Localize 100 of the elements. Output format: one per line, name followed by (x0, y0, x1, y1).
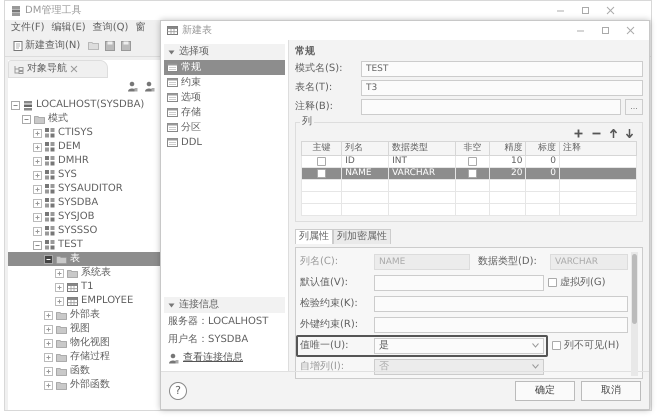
column-header[interactable]: 标度 (526, 142, 560, 156)
expand-icon[interactable] (55, 296, 64, 306)
close-icon[interactable] (626, 26, 635, 35)
expand-icon[interactable] (33, 170, 42, 180)
expand-icon[interactable] (44, 338, 53, 348)
connection-link[interactable]: 查看连接信息 (183, 352, 243, 364)
checkbox[interactable]: 列不可见(H) (552, 340, 620, 352)
close-icon[interactable] (606, 6, 615, 15)
column-header[interactable]: 列名 (342, 142, 389, 156)
expand-icon[interactable] (33, 142, 42, 152)
menu-item[interactable]: 窗 (135, 22, 146, 34)
tree-item[interactable]: DMHR (8, 154, 163, 168)
tab[interactable]: 列属性 (295, 229, 333, 244)
tree-item[interactable]: 物化视图 (8, 336, 163, 350)
up-arrow-icon[interactable] (610, 129, 617, 138)
maximize-icon[interactable] (581, 6, 590, 15)
scrollbar[interactable] (631, 252, 638, 376)
column-header[interactable]: 注释 (559, 142, 636, 156)
tree-item[interactable]: 外部函数 (8, 378, 163, 392)
tree-item[interactable]: 外部表 (8, 308, 163, 322)
tree-item[interactable]: 表 (8, 252, 163, 266)
close-icon[interactable] (70, 65, 78, 73)
option-item[interactable]: 存储 (164, 105, 285, 120)
option-item[interactable]: DDL (164, 135, 285, 150)
expand-icon[interactable] (44, 324, 53, 334)
expand-icon[interactable] (33, 128, 42, 138)
input-field[interactable] (374, 274, 544, 290)
tree-item[interactable]: 系统表 (8, 266, 163, 280)
tree-item[interactable]: SYSAUDITOR (8, 182, 163, 196)
tree-item[interactable]: 模式 (8, 112, 163, 126)
tree-item[interactable]: SYS (8, 168, 163, 182)
person-icon[interactable] (127, 81, 138, 92)
add-icon[interactable] (574, 129, 583, 138)
tree-item[interactable]: EMPLOYEE (8, 294, 163, 308)
expand-icon[interactable] (33, 198, 42, 208)
menu-item[interactable]: 文件(F) (11, 22, 45, 34)
input-field[interactable]: TEST (361, 61, 643, 77)
section-header[interactable]: 选择项 (164, 44, 285, 60)
tree-item[interactable]: 函数 (8, 364, 163, 378)
input-field[interactable] (361, 99, 621, 115)
help-button[interactable]: ? (169, 382, 187, 400)
expand-icon[interactable] (44, 310, 53, 320)
schema-icon (45, 212, 55, 222)
tree-item[interactable]: 视图 (8, 322, 163, 336)
expand-icon[interactable] (55, 282, 64, 292)
column-header[interactable]: 数据类型 (388, 142, 456, 156)
dropdown[interactable]: 是 (374, 338, 544, 354)
checkbox[interactable] (317, 169, 326, 178)
cancel-button[interactable]: 取消 (581, 380, 641, 400)
folder-icon[interactable] (88, 41, 100, 50)
new-query-button[interactable]: 新建查询(N) (11, 38, 82, 52)
expand-icon[interactable] (55, 268, 64, 278)
tree-item[interactable]: SYSDBA (8, 196, 163, 210)
tree-item[interactable]: SYSJOB (8, 210, 163, 224)
checkbox[interactable] (317, 157, 326, 166)
tree-item[interactable]: SYSSSO (8, 224, 163, 238)
tree-item[interactable]: DEM (8, 140, 163, 154)
column-header[interactable]: 非空 (456, 142, 490, 156)
collapse-icon[interactable] (44, 254, 53, 264)
tree-item[interactable]: TEST (8, 238, 163, 252)
tab[interactable]: 列加密属性 (333, 229, 391, 244)
tree-item[interactable]: T1 (8, 280, 163, 294)
tree-item[interactable]: LOCALHOST(SYSDBA) (8, 98, 163, 112)
schema-icon (45, 128, 55, 138)
save-icon[interactable] (105, 40, 116, 50)
down-arrow-icon[interactable] (626, 129, 633, 138)
option-item[interactable]: 分区 (164, 120, 285, 135)
expand-icon[interactable] (33, 226, 42, 236)
panel-tab[interactable]: 对象导航 (8, 60, 108, 78)
menu-item[interactable]: 查询(Q) (92, 22, 128, 34)
option-item[interactable]: 常规 (164, 60, 285, 75)
person-icon[interactable] (144, 81, 155, 92)
input-field[interactable] (374, 316, 628, 332)
input-field[interactable] (374, 296, 628, 312)
expand-icon[interactable] (33, 156, 42, 166)
person-icon[interactable] (168, 352, 179, 364)
maximize-icon[interactable] (601, 26, 610, 35)
window-icon (167, 78, 178, 87)
field-label: 检验约束(K): (300, 298, 359, 310)
browse-button[interactable]: ... (625, 99, 643, 115)
option-item[interactable]: 选项 (164, 90, 285, 105)
option-item[interactable]: 约束 (164, 75, 285, 90)
save-icon[interactable] (121, 40, 132, 50)
input-field[interactable]: T3 (361, 80, 643, 96)
menu-item[interactable]: 编辑(E) (52, 22, 86, 34)
expand-icon[interactable] (44, 380, 53, 390)
expand-icon[interactable] (33, 184, 42, 194)
tree-item[interactable]: 存储过程 (8, 350, 163, 364)
column-header[interactable]: 主键 (302, 142, 342, 156)
section-header[interactable]: 连接信息 (164, 297, 285, 313)
expand-icon[interactable] (44, 352, 53, 362)
checkbox[interactable] (468, 157, 477, 166)
expand-icon[interactable] (33, 212, 42, 222)
expand-icon[interactable] (44, 366, 53, 376)
column-header[interactable]: 精度 (489, 142, 526, 156)
checkbox[interactable]: 虚拟列(G) (548, 276, 606, 288)
window-icon (167, 63, 178, 72)
checkbox[interactable] (468, 169, 477, 178)
tree-item[interactable]: CTISYS (8, 126, 163, 140)
ok-button[interactable]: 确定 (515, 380, 575, 400)
